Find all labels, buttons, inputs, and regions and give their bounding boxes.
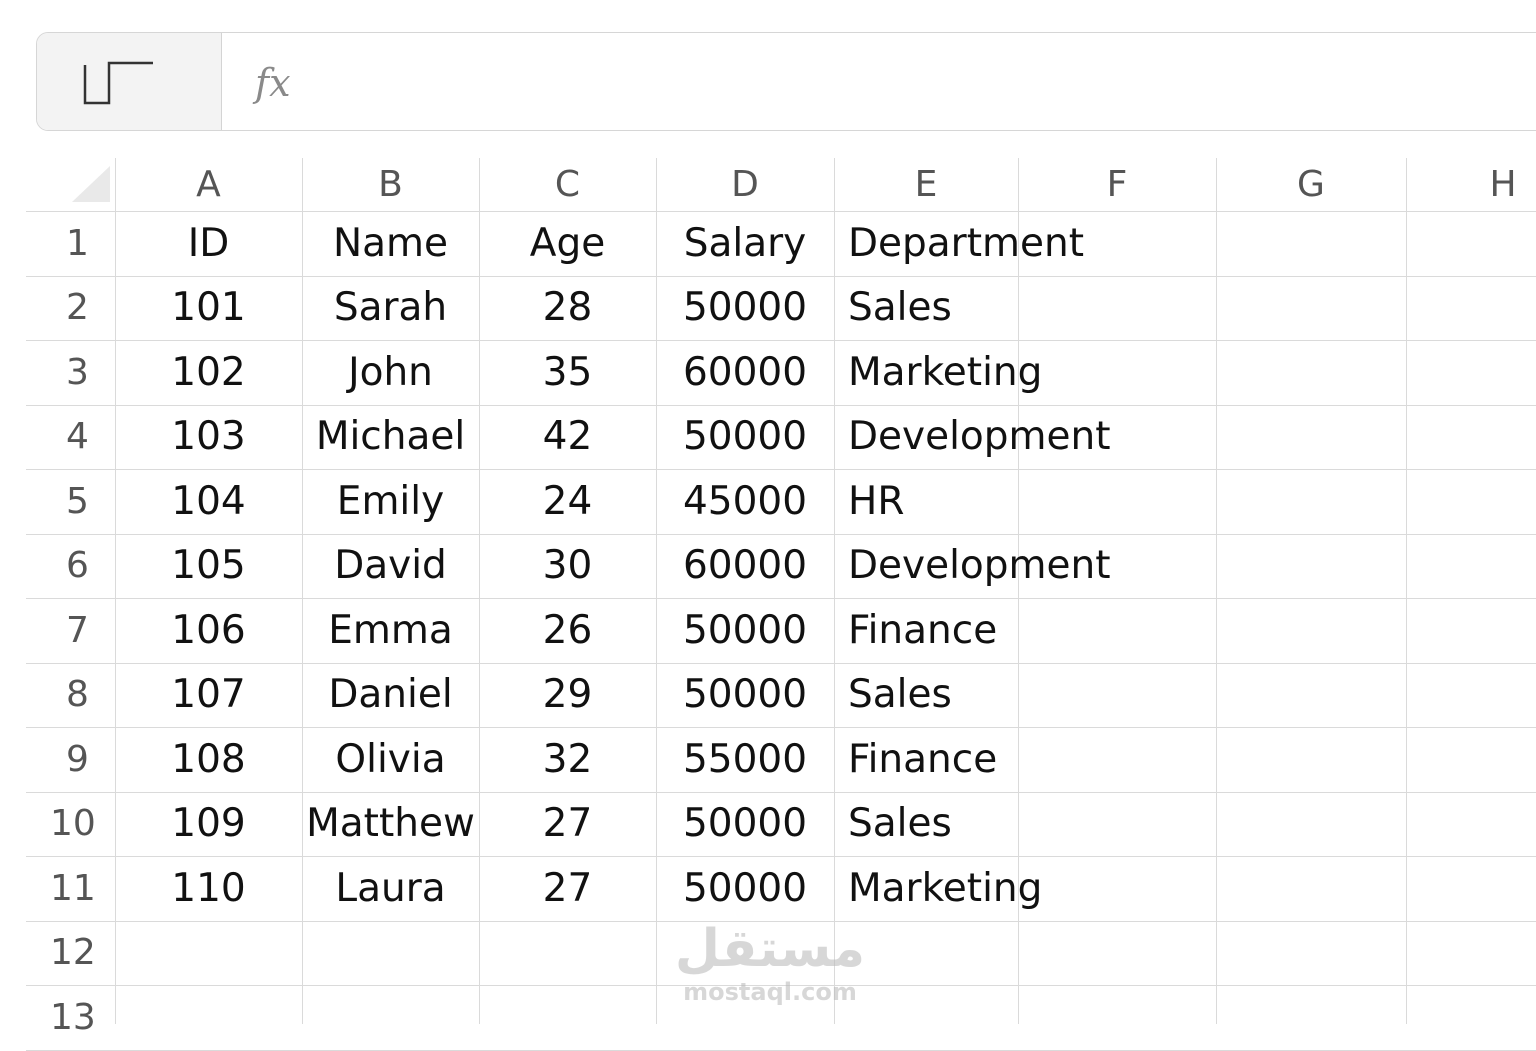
- cell-salary[interactable]: 50000: [656, 405, 834, 470]
- cell-age[interactable]: 27: [479, 856, 656, 921]
- column-divider: [1406, 158, 1407, 1024]
- cell-salary[interactable]: 45000: [656, 469, 834, 534]
- cell-salary[interactable]: 55000: [656, 727, 834, 792]
- row-header-7[interactable]: 7: [26, 598, 115, 662]
- cell-department[interactable]: Finance: [834, 598, 1216, 663]
- cell-salary[interactable]: 60000: [656, 534, 834, 599]
- row-header-10[interactable]: 10: [26, 792, 115, 856]
- cell-age[interactable]: 27: [479, 792, 656, 857]
- cell-header-department[interactable]: Department: [834, 211, 1216, 276]
- cell-header-age[interactable]: Age: [479, 211, 656, 276]
- cell-salary[interactable]: 50000: [656, 598, 834, 663]
- cell-name[interactable]: David: [302, 534, 479, 599]
- select-all-corner[interactable]: [26, 158, 115, 211]
- cell-age[interactable]: 42: [479, 405, 656, 470]
- column-header-h[interactable]: H: [1406, 158, 1536, 211]
- cell-department[interactable]: Sales: [834, 663, 1216, 728]
- cell-id[interactable]: 104: [115, 469, 302, 534]
- row-header-12[interactable]: 12: [26, 921, 115, 985]
- cell-department[interactable]: Sales: [834, 792, 1216, 857]
- cell-name[interactable]: Laura: [302, 856, 479, 921]
- cell-name[interactable]: Matthew: [302, 792, 479, 857]
- cell-salary[interactable]: 60000: [656, 340, 834, 405]
- row-header-9[interactable]: 9: [26, 727, 115, 791]
- column-header-e[interactable]: E: [834, 158, 1018, 211]
- cell-age[interactable]: 29: [479, 663, 656, 728]
- cell-name[interactable]: Daniel: [302, 663, 479, 728]
- cell-header-id[interactable]: ID: [115, 211, 302, 276]
- cell-id[interactable]: 109: [115, 792, 302, 857]
- cell-id[interactable]: 110: [115, 856, 302, 921]
- cell-header-salary[interactable]: Salary: [656, 211, 834, 276]
- cell-salary[interactable]: 50000: [656, 663, 834, 728]
- cell-department[interactable]: Development: [834, 405, 1216, 470]
- worksheet-grid: A B C D E F G H 1 2 3 4 5 6 7 8 9 10 11 12 13 ID Name Age Salary…: [0, 0, 1536, 1051]
- row-header-1[interactable]: 1: [26, 211, 115, 275]
- row-header-5[interactable]: 5: [26, 469, 115, 533]
- cell-department[interactable]: Development: [834, 534, 1216, 599]
- cell-age[interactable]: 32: [479, 727, 656, 792]
- cell-name[interactable]: John: [302, 340, 479, 405]
- row-header-6[interactable]: 6: [26, 534, 115, 598]
- column-header-d[interactable]: D: [656, 158, 834, 211]
- cell-id[interactable]: 105: [115, 534, 302, 599]
- cell-age[interactable]: 35: [479, 340, 656, 405]
- cell-name[interactable]: Michael: [302, 405, 479, 470]
- select-all-icon: [72, 166, 110, 202]
- cell-salary[interactable]: 50000: [656, 276, 834, 341]
- row-header-13[interactable]: 13: [26, 985, 115, 1049]
- cell-name[interactable]: Olivia: [302, 727, 479, 792]
- cell-name[interactable]: Emma: [302, 598, 479, 663]
- cell-id[interactable]: 101: [115, 276, 302, 341]
- cell-salary[interactable]: 50000: [656, 792, 834, 857]
- cell-department[interactable]: Finance: [834, 727, 1216, 792]
- cell-id[interactable]: 106: [115, 598, 302, 663]
- row-header-8[interactable]: 8: [26, 663, 115, 727]
- column-header-b[interactable]: B: [302, 158, 479, 211]
- cell-age[interactable]: 26: [479, 598, 656, 663]
- cell-department[interactable]: Marketing: [834, 340, 1216, 405]
- watermark-latin: mostaql.com: [683, 978, 857, 1006]
- cell-id[interactable]: 102: [115, 340, 302, 405]
- column-header-g[interactable]: G: [1216, 158, 1406, 211]
- watermark-arabic: مستقل: [674, 919, 866, 979]
- cell-id[interactable]: 103: [115, 405, 302, 470]
- cell-id[interactable]: 108: [115, 727, 302, 792]
- cell-salary[interactable]: 50000: [656, 856, 834, 921]
- column-header-a[interactable]: A: [115, 158, 302, 211]
- cell-age[interactable]: 28: [479, 276, 656, 341]
- row-header-2[interactable]: 2: [26, 276, 115, 340]
- cell-department[interactable]: Marketing: [834, 856, 1216, 921]
- row-header-4[interactable]: 4: [26, 405, 115, 469]
- cell-name[interactable]: Emily: [302, 469, 479, 534]
- cell-name[interactable]: Sarah: [302, 276, 479, 341]
- cell-id[interactable]: 107: [115, 663, 302, 728]
- row-header-11[interactable]: 11: [26, 856, 115, 920]
- cell-header-name[interactable]: Name: [302, 211, 479, 276]
- column-header-c[interactable]: C: [479, 158, 656, 211]
- cell-age[interactable]: 30: [479, 534, 656, 599]
- cell-department[interactable]: HR: [834, 469, 1216, 534]
- row-header-3[interactable]: 3: [26, 340, 115, 404]
- column-divider: [1216, 158, 1217, 1024]
- cell-age[interactable]: 24: [479, 469, 656, 534]
- column-header-f[interactable]: F: [1018, 158, 1216, 211]
- cell-department[interactable]: Sales: [834, 276, 1216, 341]
- watermark: مستقل mostaql.com: [660, 918, 880, 1008]
